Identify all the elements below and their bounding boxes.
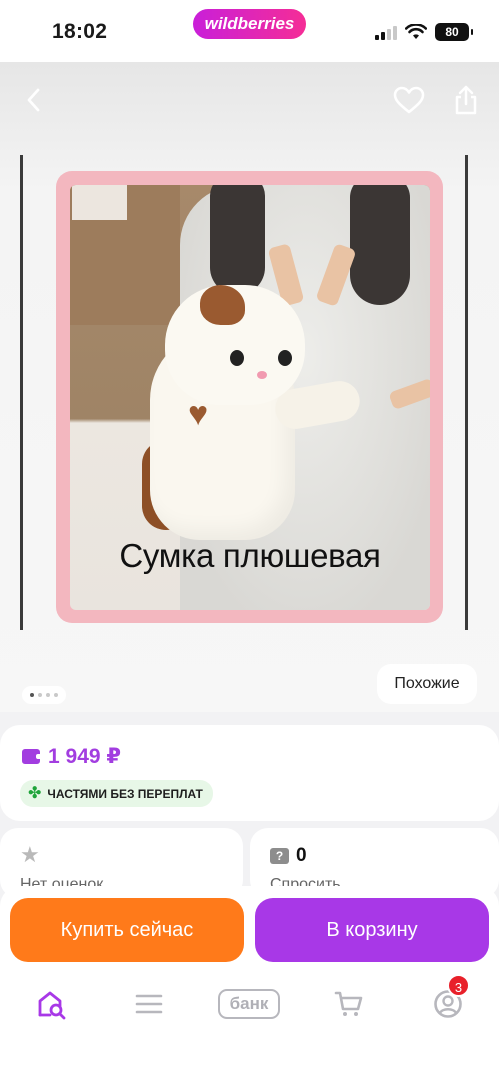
share-icon: [455, 85, 477, 115]
gallery-edge-left: [20, 155, 23, 630]
tab-home[interactable]: [26, 984, 76, 1024]
question-icon: ?: [270, 848, 289, 864]
price-card: 1 949 ₽ ✤ ЧАСТЯМИ БЕЗ ПЕРЕПЛАТ: [0, 725, 499, 821]
status-time: 18:02: [52, 20, 108, 43]
wallet-icon: [22, 749, 42, 764]
pagination-dot: [38, 693, 42, 697]
question-count: 0: [296, 845, 307, 866]
status-icons: 80: [375, 22, 473, 42]
wifi-icon: [405, 24, 427, 39]
hair-left: [210, 185, 265, 295]
add-to-cart-button[interactable]: В корзину: [255, 898, 489, 962]
cart-icon: [334, 991, 363, 1016]
heart-icon: [393, 86, 425, 114]
home-search-icon: [38, 991, 66, 1020]
pinned-note: [72, 185, 127, 220]
bank-label: банк: [218, 989, 280, 1019]
tab-cart[interactable]: [324, 984, 374, 1024]
favorite-button[interactable]: [389, 80, 429, 120]
hair-right: [350, 185, 410, 305]
tab-bank[interactable]: банк: [212, 984, 286, 1024]
bottom-action-bar: Купить сейчас В корзину банк 3: [0, 886, 499, 1080]
profile-badge: 3: [447, 974, 470, 997]
buy-now-button[interactable]: Купить сейчас: [10, 898, 244, 962]
installment-badge[interactable]: ✤ ЧАСТЯМИ БЕЗ ПЕРЕПЛАТ: [20, 780, 213, 807]
share-button[interactable]: [446, 80, 486, 120]
signal-icon: [375, 24, 397, 40]
back-button[interactable]: [14, 80, 54, 120]
pagination-dot: [30, 693, 34, 697]
plush-eye-right: [278, 350, 292, 366]
product-image-caption: Сумка плюшевая: [119, 537, 381, 574]
star-icon: ★: [20, 842, 40, 867]
product-photo[interactable]: ♥ Сумка плюшевая: [70, 185, 430, 610]
plush-ear-patch: [200, 285, 245, 325]
price: 1 949 ₽: [48, 745, 121, 768]
tab-bar: банк 3: [0, 974, 499, 1034]
plush-eye-left: [230, 350, 244, 366]
plush-nose: [257, 371, 267, 379]
price-row: 1 949 ₽: [22, 744, 121, 769]
pagination-dot: [54, 693, 58, 697]
status-bar: 18:02 wildberries 80: [0, 0, 499, 62]
installment-label: ЧАСТЯМИ БЕЗ ПЕРЕПЛАТ: [47, 786, 203, 801]
clover-icon: ✤: [28, 784, 42, 802]
tab-catalog[interactable]: [124, 984, 174, 1024]
battery-icon: 80: [435, 23, 473, 41]
back-arrow-icon: [27, 88, 40, 112]
plush-heart: ♥: [188, 395, 209, 433]
pagination-dot: [46, 693, 50, 697]
gallery-pagination: [22, 686, 66, 704]
brand-pill[interactable]: wildberries: [193, 9, 306, 39]
gallery-edge-right: [465, 155, 468, 630]
similar-button[interactable]: Похожие: [377, 664, 477, 704]
menu-icon: [135, 994, 163, 1014]
